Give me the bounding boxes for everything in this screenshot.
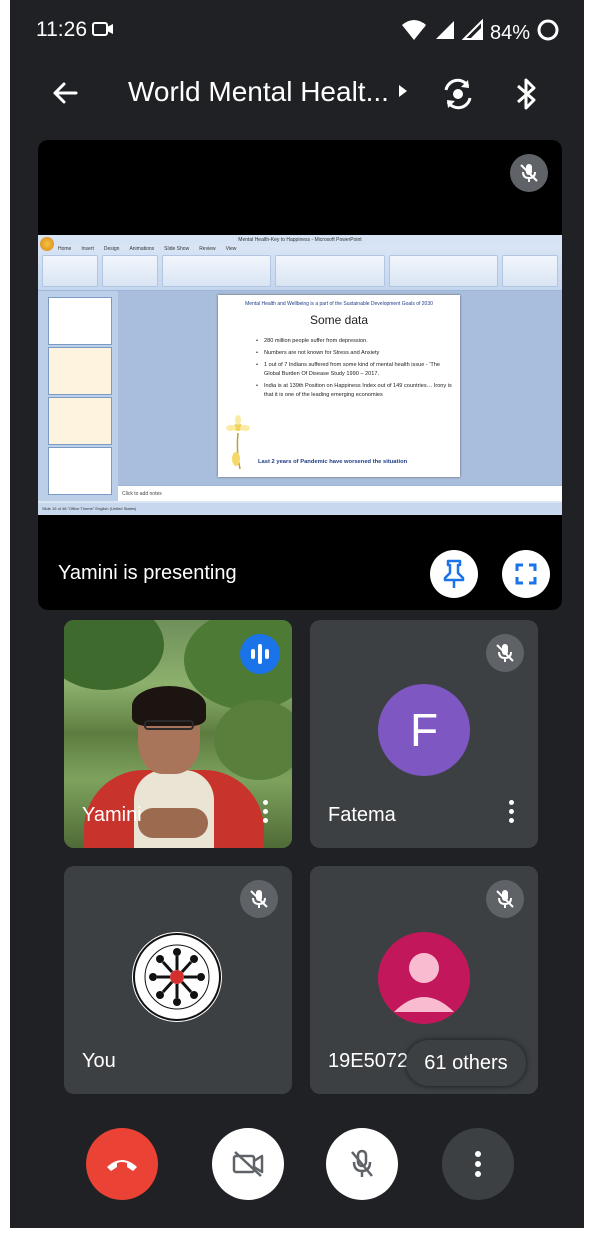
mic-off-icon [351, 1149, 373, 1177]
mic-off-icon [510, 154, 548, 192]
participant-name: Yamini [82, 804, 142, 826]
ribbon-group [42, 255, 98, 287]
signal-icon-2 [461, 18, 484, 47]
slide-heading: Some data [309, 313, 369, 327]
participant-name: You [82, 1050, 116, 1072]
slide-bullet: 280 million people suffer from depressio… [256, 337, 452, 346]
fullscreen-button[interactable] [502, 550, 550, 598]
speaking-indicator-icon [240, 634, 280, 674]
end-call-icon [107, 1160, 137, 1171]
participant-tile-yamini[interactable]: Yamini [64, 620, 292, 848]
glasses [144, 720, 194, 730]
ppt-ribbon-groups [42, 255, 559, 287]
ppt-tab: View [225, 246, 237, 252]
camera-toggle-button[interactable] [212, 1128, 284, 1200]
mic-toggle-button[interactable] [326, 1128, 398, 1200]
slide-banner: Mental Health and Wellbeing is a part of… [245, 301, 433, 307]
status-indicators: x 84% [400, 18, 560, 48]
slide-footer: Last 2 years of Pandemic have worsened t… [258, 459, 408, 465]
organization-logo-icon [132, 932, 222, 1022]
flower-decoration-icon [226, 415, 250, 476]
slide-thumbnail [48, 347, 112, 395]
ppt-ribbon: Mental Health-Key to Happiness - Microso… [38, 235, 562, 291]
ppt-window-title: Mental Health-Key to Happiness - Microso… [38, 235, 562, 245]
status-time: 11:26 [36, 18, 87, 41]
current-slide: Mental Health and Wellbeing is a part of… [218, 295, 460, 477]
mic-off-icon [240, 880, 278, 918]
participant-name: Fatema [328, 804, 396, 826]
ppt-tab: Review [199, 246, 216, 252]
ppt-tab: Insert [81, 246, 94, 252]
slide-bullet: 1 out of 7 Indians suffered from some ki… [256, 361, 452, 379]
slide-canvas: Mental Health and Wellbeing is a part of… [118, 291, 562, 485]
battery-icon [536, 18, 560, 48]
others-count-badge[interactable]: 61 others [406, 1040, 526, 1086]
more-vert-icon [475, 1151, 481, 1177]
person-hands [138, 808, 208, 838]
pin-button[interactable] [430, 550, 478, 598]
slide-thumbnail [48, 297, 112, 345]
ribbon-group [275, 255, 385, 287]
bluetooth-icon[interactable] [514, 76, 540, 117]
switch-camera-icon[interactable] [438, 74, 478, 119]
ppt-tab: Slide Show [164, 246, 190, 252]
mic-off-icon [486, 634, 524, 672]
shared-screen: Mental Health-Key to Happiness - Microso… [38, 235, 562, 515]
presenter-label: Yamini is presenting [58, 562, 237, 584]
ppt-status-bar: Slide 15 of 48 "Office Theme" English (U… [38, 503, 562, 515]
status-bar: 11:26 x 84% [10, 0, 584, 60]
meeting-title[interactable]: World Mental Healt... [128, 76, 389, 108]
meet-screen: 11:26 x 84% World Mental Healt... Mental… [10, 0, 584, 1228]
ppt-tab: Animations [129, 246, 155, 252]
ribbon-group [161, 255, 272, 287]
slide-thumbnail [48, 397, 112, 445]
svg-text:x: x [420, 20, 425, 30]
office-button-icon [40, 237, 54, 251]
ribbon-group [388, 255, 499, 287]
slide-bullet: Numbers are not known for Stress and Anx… [256, 349, 452, 358]
signal-icon [434, 19, 456, 47]
chevron-right-icon[interactable] [396, 80, 410, 107]
end-call-button[interactable] [86, 1128, 158, 1200]
wifi-icon: x [400, 19, 428, 47]
slide-bullets: 280 million people suffer from depressio… [256, 337, 452, 403]
ppt-tab: Home [58, 246, 72, 252]
slide-bullet: India is at 139th Position on Happiness … [256, 382, 452, 400]
battery-percent: 84% [489, 21, 530, 44]
ribbon-group [101, 255, 158, 287]
notes-pane: Click to add notes [118, 485, 562, 501]
pin-icon [443, 559, 465, 588]
camera-off-icon [232, 1151, 264, 1177]
more-options-button[interactable] [442, 1128, 514, 1200]
person-icon [394, 953, 454, 1012]
mic-off-icon [486, 880, 524, 918]
participant-tile-fatema[interactable]: F Fatema [310, 620, 538, 848]
more-options-icon[interactable] [509, 800, 514, 823]
fullscreen-icon [515, 563, 537, 585]
back-arrow-icon[interactable] [50, 78, 80, 113]
ribbon-group [502, 255, 559, 287]
more-options-icon[interactable] [263, 800, 268, 823]
avatar: F [378, 684, 470, 776]
meeting-header: World Mental Healt... [10, 60, 584, 132]
slide-thumbnails [38, 291, 118, 501]
ppt-tabs: Home Insert Design Animations Slide Show… [58, 246, 236, 252]
ppt-tab: Design [103, 246, 120, 252]
slide-thumbnail [48, 447, 112, 495]
presentation-tile[interactable]: Mental Health-Key to Happiness - Microso… [38, 140, 562, 610]
camera-in-use-icon [92, 20, 114, 43]
avatar [378, 932, 470, 1024]
participant-tile-you[interactable]: You [64, 866, 292, 1094]
